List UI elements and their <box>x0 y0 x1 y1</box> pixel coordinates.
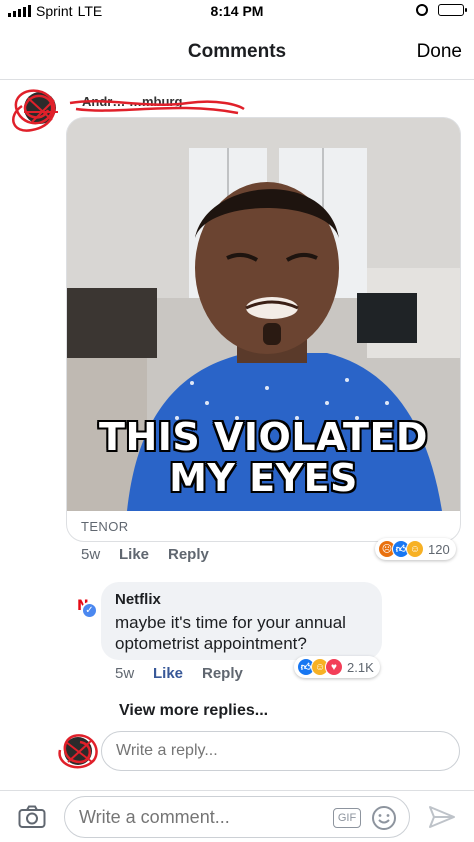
comment-age: 5w <box>81 546 101 563</box>
reply-age: 5w <box>115 665 135 682</box>
gif-caption-line2: MY EYES <box>169 456 358 500</box>
reply-reply-button[interactable]: Reply <box>202 665 243 682</box>
reply-text: maybe it's time for your annual optometr… <box>115 613 346 653</box>
reply-bubble: Netflix maybe it's time for your annual … <box>101 582 382 660</box>
gif-button[interactable]: GIF <box>333 808 361 828</box>
status-bar: Sprint LTE 8:14 PM <box>0 0 474 22</box>
comment-composer: GIF <box>0 790 474 842</box>
comment-reaction-count: 120 <box>428 541 450 557</box>
comment-box: GIF <box>64 796 410 838</box>
netflix-avatar[interactable]: N ✓ <box>77 598 99 624</box>
page-title: Comments <box>187 41 287 62</box>
gif-source-label: TENOR <box>81 519 129 534</box>
comment-like-button[interactable]: Like <box>119 546 149 563</box>
haha-reaction-icon: ☺ <box>406 540 424 558</box>
status-time: 8:14 PM <box>210 3 264 19</box>
camera-icon[interactable] <box>18 805 46 829</box>
gif-caption-line1: THIS VIOLATED <box>99 415 428 459</box>
author-avatar[interactable] <box>2 86 64 138</box>
reply-like-button[interactable]: Like <box>153 665 183 682</box>
reply-author-name[interactable]: Netflix <box>115 591 161 608</box>
verified-badge-icon: ✓ <box>81 602 98 619</box>
header: Comments Done <box>0 22 474 80</box>
view-more-replies-button[interactable]: View more replies... <box>119 702 268 720</box>
gif-attachment[interactable]: THIS VIOLATED MY EYES TENOR <box>66 117 461 542</box>
send-icon[interactable] <box>428 805 456 829</box>
love-reaction-icon: ♥ <box>325 658 343 676</box>
current-user-avatar <box>58 734 98 769</box>
comment-reply-button[interactable]: Reply <box>168 546 209 563</box>
reply-input[interactable] <box>101 731 460 771</box>
reply-reaction-count: 2.1K <box>347 659 374 675</box>
battery-icon <box>438 4 467 16</box>
done-button[interactable]: Done <box>417 41 462 63</box>
author-name-scribble <box>69 100 245 115</box>
status-right <box>416 4 467 16</box>
comment-reactions[interactable]: ☹ 👍︎ ☺ 120 <box>375 538 456 560</box>
alarm-icon <box>416 4 428 16</box>
reply-reactions[interactable]: 👍︎ ☺ ♥ 2.1K <box>294 656 380 678</box>
comment-input[interactable] <box>79 797 329 837</box>
emoji-icon[interactable] <box>371 805 397 831</box>
